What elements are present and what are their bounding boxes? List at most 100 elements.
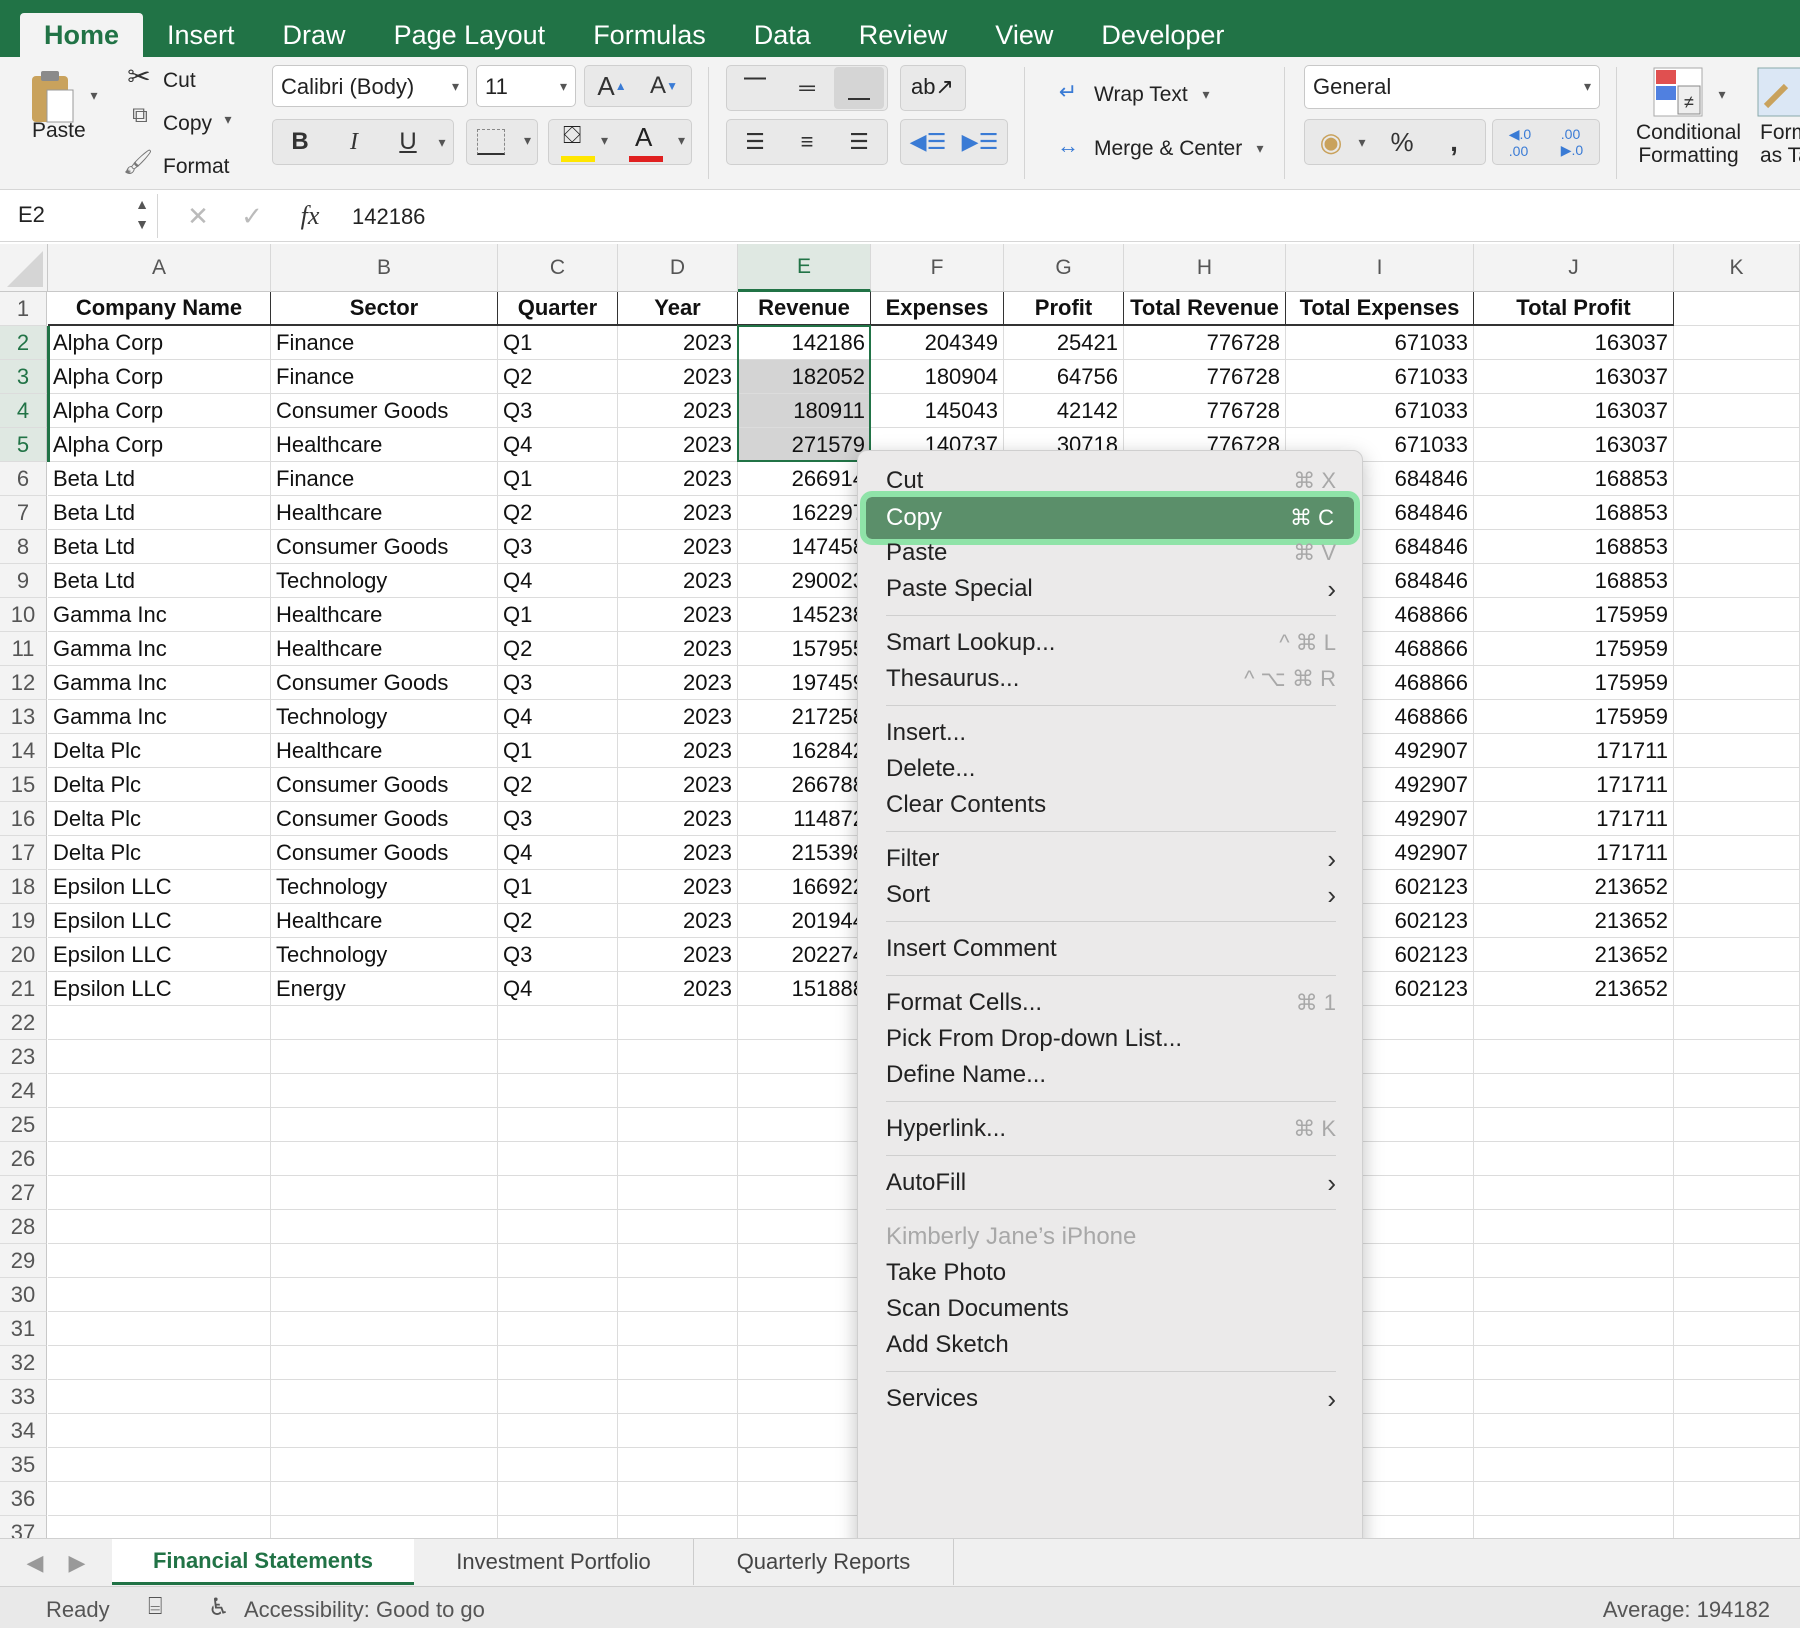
cell-E30[interactable] [738,1278,871,1312]
align-center-icon[interactable]: ≡ [782,121,832,163]
cell-E27[interactable] [738,1176,871,1210]
cell-A14[interactable]: Delta Plc [48,734,271,768]
cell-K27[interactable] [1674,1176,1800,1210]
cell-K17[interactable] [1674,836,1800,870]
cell-J35[interactable] [1474,1448,1674,1482]
cell-C7[interactable]: Q2 [498,496,618,530]
menu-item-pick-from-drop-down-list[interactable]: Pick From Drop-down List... [886,1021,1336,1057]
cell-B1[interactable]: Sector [271,292,498,326]
menu-item-cut[interactable]: Cut ⌘ X [886,463,1336,499]
cell-C10[interactable]: Q1 [498,598,618,632]
column-header-b[interactable]: B [271,244,498,292]
row-header-1[interactable]: 1 [0,292,47,326]
row-header-10[interactable]: 10 [0,598,47,632]
align-right-icon[interactable]: ☰ [834,121,884,163]
cell-A31[interactable] [48,1312,271,1346]
cell-B27[interactable] [271,1176,498,1210]
cell-K22[interactable] [1674,1006,1800,1040]
tab-developer[interactable]: Developer [1077,13,1248,57]
cell-J15[interactable]: 171711 [1474,768,1674,802]
cell-C6[interactable]: Q1 [498,462,618,496]
cell-F4[interactable]: 145043 [871,394,1004,428]
tab-page-layout[interactable]: Page Layout [370,13,570,57]
cell-I3[interactable]: 671033 [1286,360,1474,394]
row-header-28[interactable]: 28 [0,1210,47,1244]
cell-K31[interactable] [1674,1312,1800,1346]
cell-B5[interactable]: Healthcare [271,428,498,462]
cell-D8[interactable]: 2023 [618,530,738,564]
scroll-right-icon[interactable]: ▶ [62,1545,92,1581]
cell-C9[interactable]: Q4 [498,564,618,598]
cell-A18[interactable]: Epsilon LLC [48,870,271,904]
cell-D22[interactable] [618,1006,738,1040]
italic-button[interactable]: I [334,123,374,161]
cell-C25[interactable] [498,1108,618,1142]
cell-C19[interactable]: Q2 [498,904,618,938]
cell-D21[interactable]: 2023 [618,972,738,1006]
cell-B19[interactable]: Healthcare [271,904,498,938]
bold-button[interactable]: B [280,123,320,161]
cell-K32[interactable] [1674,1346,1800,1380]
column-header-f[interactable]: F [871,244,1004,292]
cell-B20[interactable]: Technology [271,938,498,972]
cell-K25[interactable] [1674,1108,1800,1142]
cell-J26[interactable] [1474,1142,1674,1176]
cell-C31[interactable] [498,1312,618,1346]
cell-C5[interactable]: Q4 [498,428,618,462]
cell-C27[interactable] [498,1176,618,1210]
cell-K26[interactable] [1674,1142,1800,1176]
decrease-indent-icon[interactable]: ◀☰ [904,121,952,163]
cut-button[interactable]: Cut [163,69,196,93]
cell-J4[interactable]: 163037 [1474,394,1674,428]
cell-B37[interactable] [271,1516,498,1538]
cell-C32[interactable] [498,1346,618,1380]
cell-A27[interactable] [48,1176,271,1210]
cell-J9[interactable]: 168853 [1474,564,1674,598]
cell-J31[interactable] [1474,1312,1674,1346]
cell-B32[interactable] [271,1346,498,1380]
cell-J25[interactable] [1474,1108,1674,1142]
column-header-j[interactable]: J [1474,244,1674,292]
row-header-19[interactable]: 19 [0,904,47,938]
cell-F2[interactable]: 204349 [871,326,1004,360]
cell-A35[interactable] [48,1448,271,1482]
cell-J3[interactable]: 163037 [1474,360,1674,394]
cell-K21[interactable] [1674,972,1800,1006]
cell-H4[interactable]: 776728 [1124,394,1286,428]
cell-B10[interactable]: Healthcare [271,598,498,632]
cell-J21[interactable]: 213652 [1474,972,1674,1006]
cell-K2[interactable] [1674,326,1800,360]
cell-D11[interactable]: 2023 [618,632,738,666]
align-top-icon[interactable]: ⎺ [730,67,780,109]
cell-F3[interactable]: 180904 [871,360,1004,394]
cell-C8[interactable]: Q3 [498,530,618,564]
cell-D32[interactable] [618,1346,738,1380]
cell-A34[interactable] [48,1414,271,1448]
row-header-8[interactable]: 8 [0,530,47,564]
menu-item-format-cells[interactable]: Format Cells... ⌘ 1 [886,985,1336,1021]
row-header-20[interactable]: 20 [0,938,47,972]
cell-A8[interactable]: Beta Ltd [48,530,271,564]
cell-E31[interactable] [738,1312,871,1346]
cell-C16[interactable]: Q3 [498,802,618,836]
cell-B35[interactable] [271,1448,498,1482]
wrap-text-button[interactable]: Wrap Text [1094,83,1188,107]
cell-J29[interactable] [1474,1244,1674,1278]
menu-item-clear-contents[interactable]: Clear Contents [886,787,1336,823]
cell-C24[interactable] [498,1074,618,1108]
cell-A10[interactable]: Gamma Inc [48,598,271,632]
cell-E1[interactable]: Revenue [738,292,871,326]
menu-item-sort[interactable]: Sort › [886,877,1336,913]
sheet-tab-quarterly-reports[interactable]: Quarterly Reports [694,1539,954,1585]
cell-A6[interactable]: Beta Ltd [48,462,271,496]
cell-C20[interactable]: Q3 [498,938,618,972]
cell-D16[interactable]: 2023 [618,802,738,836]
cell-A13[interactable]: Gamma Inc [48,700,271,734]
cell-E16[interactable]: 114872 [738,802,871,836]
merge-center-button[interactable]: Merge & Center [1094,137,1242,161]
row-header-2[interactable]: 2 [0,326,47,360]
cell-C30[interactable] [498,1278,618,1312]
cell-E8[interactable]: 147458 [738,530,871,564]
menu-item-insert[interactable]: Insert... [886,715,1336,751]
column-header-a[interactable]: A [48,244,271,292]
